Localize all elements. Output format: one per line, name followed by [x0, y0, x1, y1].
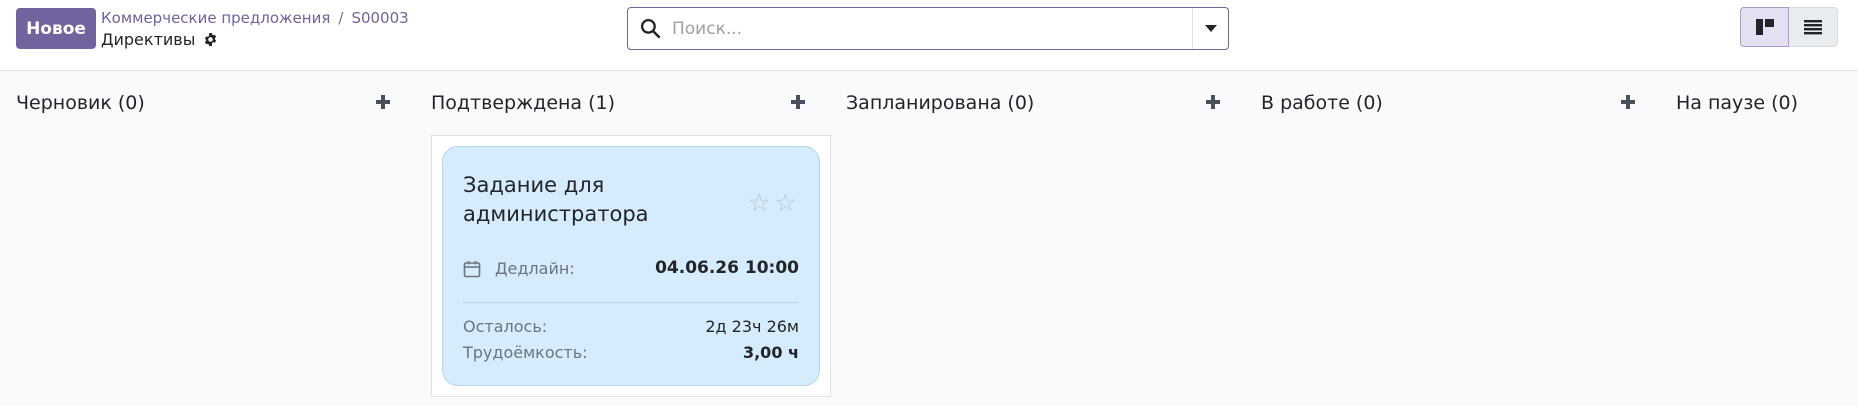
column-header-paused[interactable]: На паузе (0) — [1676, 92, 1798, 118]
kanban-card[interactable]: Задание для администратора ☆ ☆ Дедлайн: … — [442, 146, 820, 386]
column-header-draft[interactable]: Черновик (0) — [16, 92, 145, 118]
deadline-label: Дедлайн: — [495, 259, 575, 278]
search-input[interactable] — [672, 14, 1172, 43]
breadcrumb-parent-link[interactable]: Коммерческие предложения — [101, 9, 330, 27]
kanban-view-button[interactable] — [1740, 7, 1789, 47]
list-view-button[interactable] — [1789, 7, 1838, 47]
column-in-progress-add-button[interactable] — [1616, 90, 1640, 114]
plus-icon — [1621, 95, 1635, 109]
column-draft-add-button[interactable] — [371, 90, 395, 114]
view-switcher — [1740, 7, 1838, 47]
search-options-toggle[interactable] — [1192, 8, 1228, 49]
card-title: Задание для администратора — [463, 173, 649, 226]
breadcrumb-subtitle: Директивы — [101, 30, 218, 49]
kanban-icon — [1755, 19, 1774, 35]
effort-value: 3,00 ч — [742, 343, 799, 362]
column-confirmed-add-button[interactable] — [786, 90, 810, 114]
remaining-value: 2д 23ч 26м — [705, 317, 799, 336]
plus-icon — [376, 95, 390, 109]
column-header-confirmed[interactable]: Подтверждена (1) — [431, 92, 615, 118]
search-icon — [640, 18, 661, 39]
breadcrumb-separator: / — [338, 9, 344, 27]
list-icon — [1804, 20, 1822, 35]
column-header-in-progress[interactable]: В работе (0) — [1261, 92, 1383, 118]
control-panel: Новое Коммерческие предложения / S00003 Ди… — [0, 0, 1858, 71]
star-icon[interactable]: ☆ — [774, 190, 796, 215]
plus-icon — [1206, 95, 1220, 109]
effort-label: Трудоёмкость: — [463, 343, 588, 362]
column-header-planned[interactable]: Запланирована (0) — [846, 92, 1034, 118]
remaining-label: Осталось: — [463, 317, 548, 336]
breadcrumb: Коммерческие предложения / S00003 — [101, 9, 409, 27]
column-planned-add-button[interactable] — [1201, 90, 1225, 114]
priority-stars: ☆ ☆ — [748, 190, 797, 215]
breadcrumb-current-link[interactable]: S00003 — [351, 9, 408, 27]
plus-icon — [791, 95, 805, 109]
page-title: Директивы — [101, 30, 196, 49]
search-bar — [627, 7, 1229, 50]
card-divider — [463, 302, 799, 303]
calendar-icon — [463, 261, 481, 278]
star-icon[interactable]: ☆ — [748, 190, 770, 215]
deadline-value: 04.06.26 10:00 — [655, 258, 799, 278]
new-button[interactable]: Новое — [16, 8, 96, 49]
gear-icon[interactable] — [203, 32, 218, 47]
caret-down-icon — [1204, 25, 1217, 32]
